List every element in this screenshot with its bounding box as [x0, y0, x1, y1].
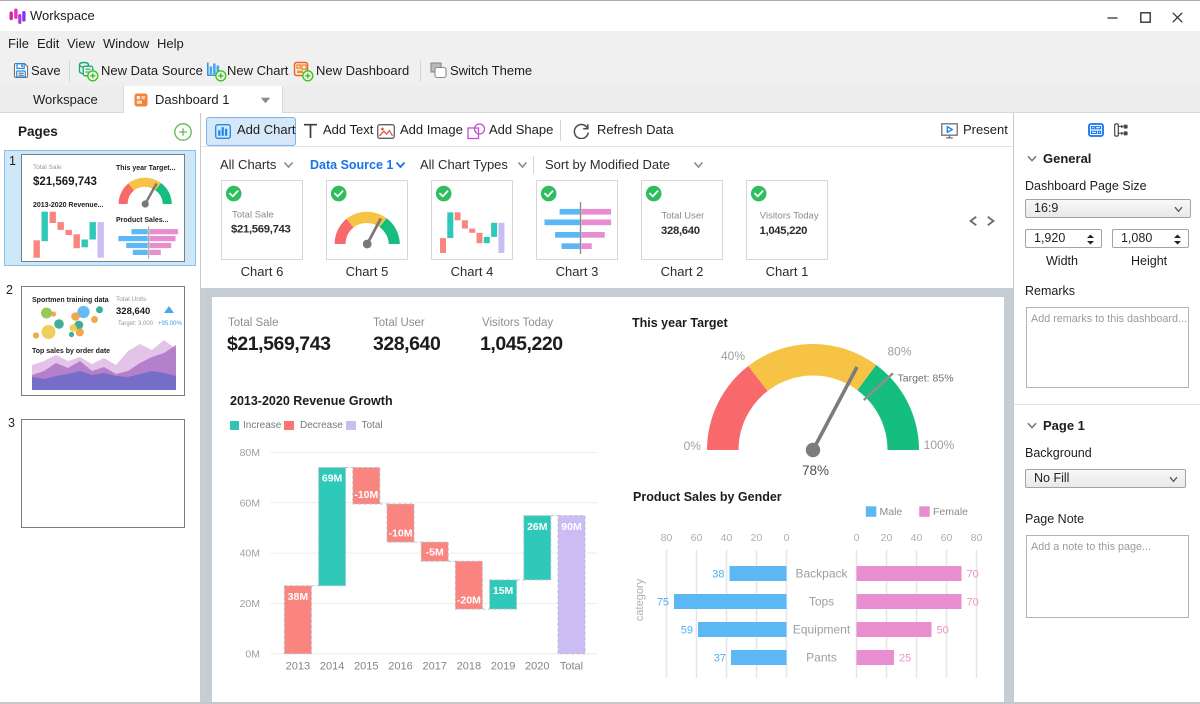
- svg-text:Total Units: Total Units: [116, 296, 147, 303]
- svg-text:Backpack: Backpack: [795, 567, 848, 581]
- svg-text:2017: 2017: [422, 661, 446, 673]
- svg-text:Target: 3,000: Target: 3,000: [118, 321, 154, 327]
- svg-text:Product Sales...: Product Sales...: [116, 217, 169, 224]
- svg-text:-20M: -20M: [457, 594, 481, 606]
- svg-text:20: 20: [751, 532, 763, 544]
- svg-text:38: 38: [712, 569, 724, 581]
- svg-text:2019: 2019: [491, 661, 515, 673]
- svg-text:Equipment: Equipment: [793, 623, 851, 637]
- svg-text:Visitors Today: Visitors Today: [760, 211, 819, 222]
- svg-text:1,045,220: 1,045,220: [760, 225, 808, 237]
- svg-text:Total User: Total User: [662, 211, 705, 222]
- svg-text:-10M: -10M: [354, 489, 378, 501]
- svg-text:category: category: [634, 578, 646, 621]
- svg-text:40M: 40M: [240, 548, 260, 560]
- svg-text:-5M: -5M: [426, 546, 444, 558]
- svg-text:75: 75: [657, 597, 669, 609]
- svg-text:25: 25: [899, 653, 911, 665]
- svg-text:2013-2020 Revenue...: 2013-2020 Revenue...: [33, 202, 103, 209]
- svg-text:20M: 20M: [240, 598, 260, 610]
- svg-text:59: 59: [681, 625, 693, 637]
- svg-text:2014: 2014: [320, 661, 344, 673]
- svg-text:328,640: 328,640: [661, 225, 700, 237]
- svg-text:100%: 100%: [924, 438, 955, 452]
- svg-text:60: 60: [691, 532, 703, 544]
- svg-text:90M: 90M: [561, 521, 582, 533]
- svg-text:2016: 2016: [388, 661, 412, 673]
- svg-text:0: 0: [854, 532, 860, 544]
- svg-text:Total: Total: [560, 661, 583, 673]
- svg-text:Target: 85%: Target: 85%: [898, 373, 954, 385]
- svg-text:80%: 80%: [887, 345, 911, 359]
- svg-text:Pants: Pants: [806, 651, 837, 665]
- svg-text:40%: 40%: [721, 349, 745, 363]
- svg-text:69M: 69M: [322, 473, 343, 485]
- svg-text:2020: 2020: [525, 661, 549, 673]
- svg-text:60: 60: [941, 532, 953, 544]
- svg-text:+95.00%: +95.00%: [158, 321, 183, 327]
- svg-text:Male: Male: [880, 506, 903, 518]
- svg-text:40: 40: [721, 532, 733, 544]
- svg-text:-10M: -10M: [389, 527, 413, 539]
- svg-text:40: 40: [911, 532, 923, 544]
- svg-text:2018: 2018: [457, 661, 481, 673]
- svg-text:This year Target...: This year Target...: [116, 165, 175, 172]
- svg-text:60M: 60M: [240, 497, 260, 509]
- svg-text:80: 80: [661, 532, 673, 544]
- svg-text:Total Sale: Total Sale: [33, 164, 62, 171]
- svg-text:Sportmen training data: Sportmen training data: [32, 297, 109, 304]
- svg-text:38M: 38M: [288, 591, 309, 603]
- svg-text:80M: 80M: [240, 447, 260, 459]
- svg-text:0: 0: [784, 532, 790, 544]
- svg-text:80: 80: [971, 532, 983, 544]
- svg-text:2013: 2013: [286, 661, 310, 673]
- svg-text:37: 37: [714, 653, 726, 665]
- svg-text:70: 70: [967, 569, 979, 581]
- svg-text:Top sales by order date: Top sales by order date: [32, 348, 110, 355]
- svg-text:328,640: 328,640: [116, 306, 150, 317]
- svg-text:0%: 0%: [684, 439, 702, 453]
- svg-text:$21,569,743: $21,569,743: [231, 224, 291, 236]
- svg-text:2015: 2015: [354, 661, 378, 673]
- svg-text:50: 50: [937, 625, 949, 637]
- svg-text:Tops: Tops: [809, 595, 834, 609]
- svg-text:20: 20: [881, 532, 893, 544]
- svg-text:$21,569,743: $21,569,743: [33, 176, 97, 188]
- svg-text:78%: 78%: [802, 463, 829, 478]
- svg-text:70: 70: [967, 597, 979, 609]
- svg-text:0M: 0M: [245, 648, 260, 660]
- svg-text:15M: 15M: [493, 585, 514, 597]
- svg-text:Female: Female: [933, 506, 968, 518]
- svg-text:26M: 26M: [527, 521, 548, 533]
- svg-text:Total Sale: Total Sale: [232, 210, 274, 221]
